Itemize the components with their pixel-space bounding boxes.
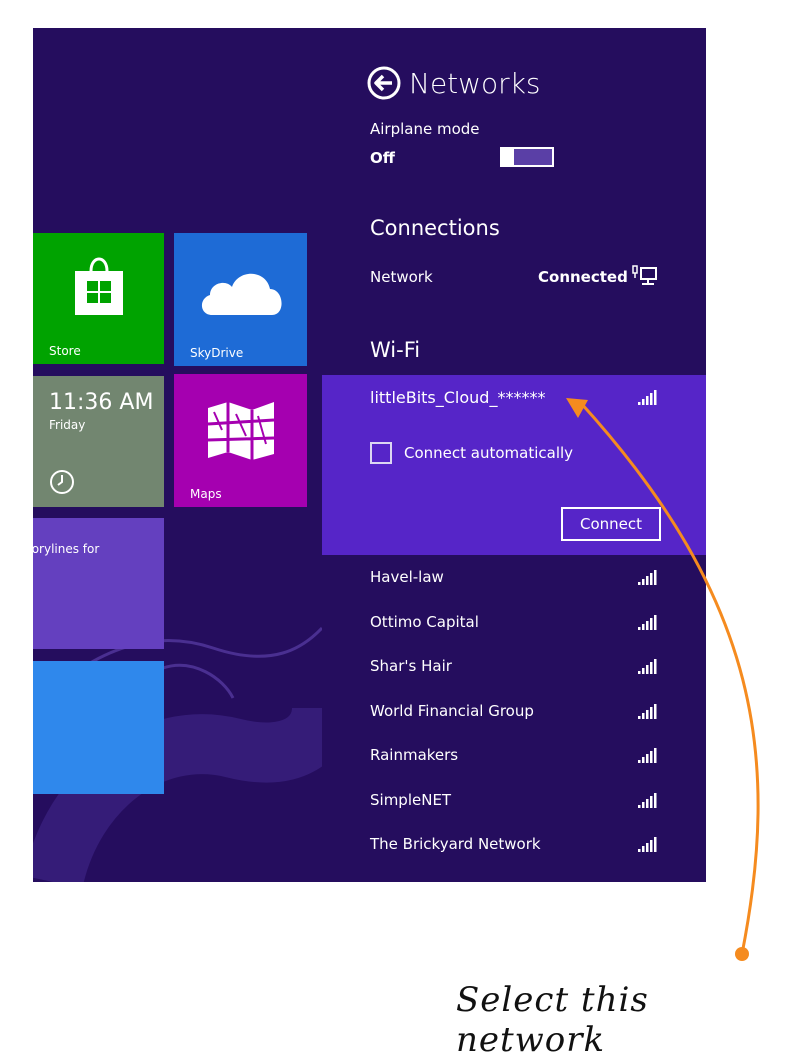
annotation-dot (735, 947, 749, 961)
annotation-caption: Select this network (456, 980, 649, 1060)
annotation-overlay (566, 398, 760, 961)
annotation-arrow (578, 400, 760, 955)
